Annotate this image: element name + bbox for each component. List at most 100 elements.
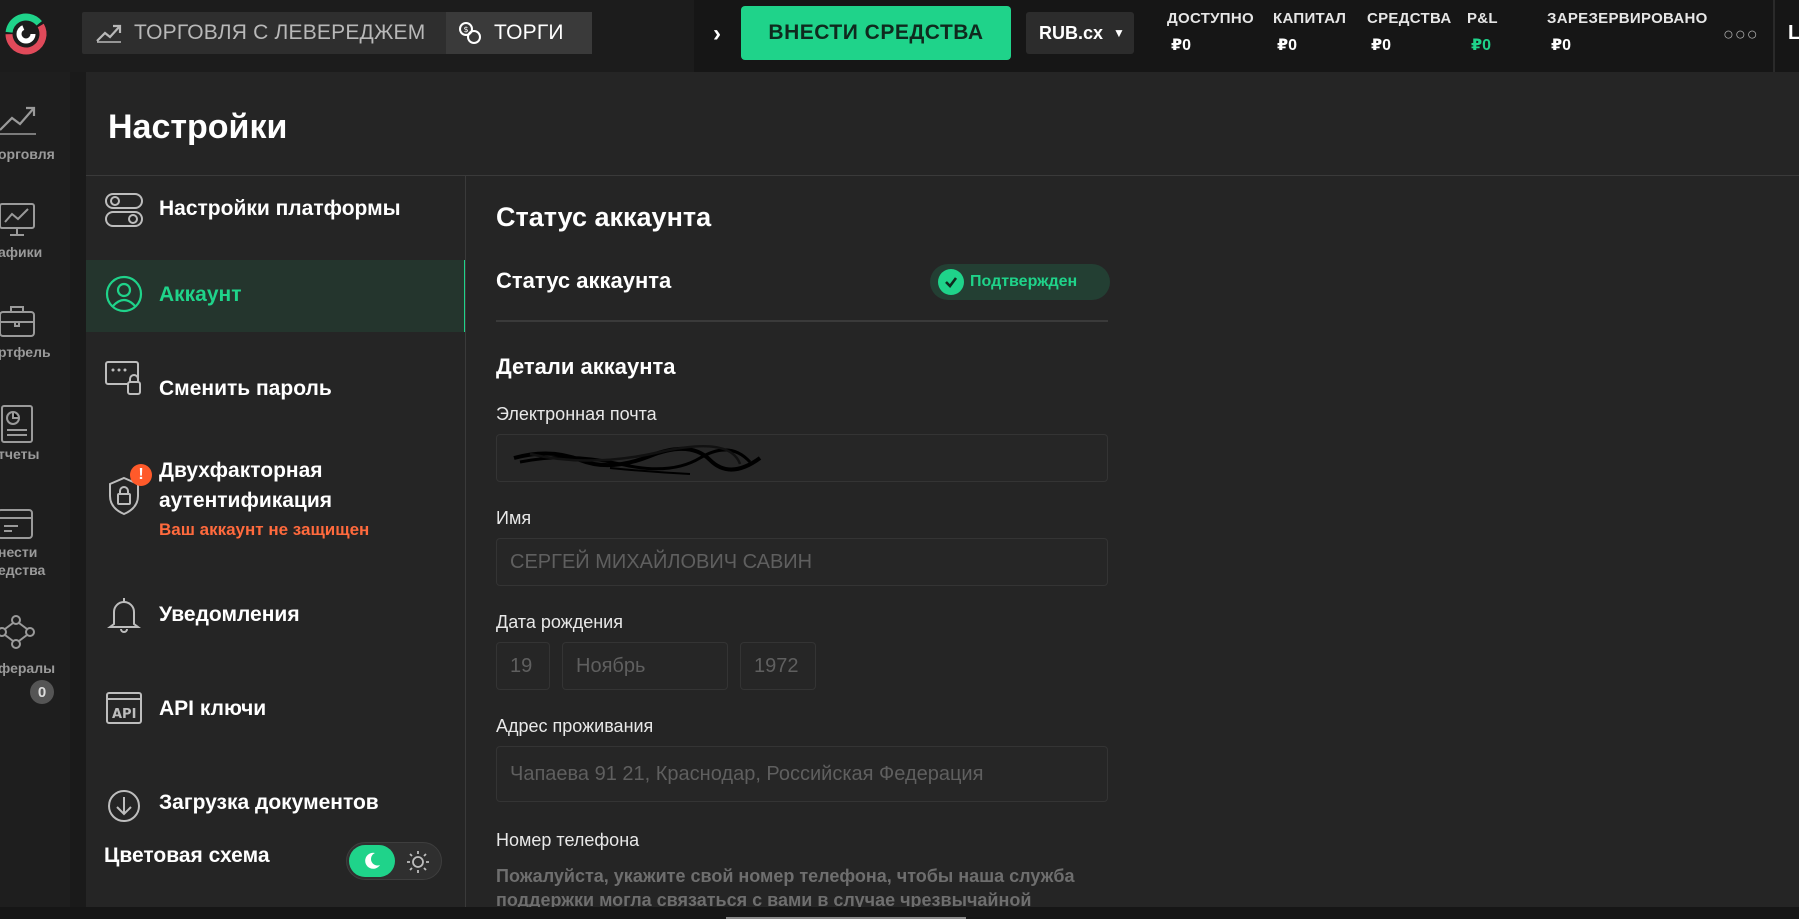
moon-icon xyxy=(365,852,380,869)
color-scheme-label: Цветовая схема xyxy=(104,844,270,867)
color-scheme-toggle xyxy=(346,842,442,880)
redaction-scribble xyxy=(513,444,762,475)
page-title: Настройки xyxy=(108,108,288,146)
stat-funds: СРЕДСТВА ₽0 xyxy=(1367,10,1451,55)
rail-label: орговля xyxy=(0,146,55,162)
chevron-down-icon: ▼ xyxy=(1113,26,1125,40)
address-label: Адрес проживания xyxy=(496,716,654,736)
coins-icon: $ xyxy=(459,22,481,44)
referral-network-icon xyxy=(0,615,35,649)
verified-badge: Подтвержден xyxy=(930,264,1110,300)
nav-item-2fa[interactable]: ! Двухфакторная аутентификация Ваш аккау… xyxy=(86,432,466,556)
mode-leverage-label: ТОРГОВЛЯ С ЛЕВЕРЕДЖЕМ xyxy=(134,21,426,44)
settings-panel: Настройки Настройки платформы Аккаунт См… xyxy=(86,72,1799,910)
rail-label: едства xyxy=(0,562,46,578)
brand-logo-icon[interactable] xyxy=(4,12,48,56)
divider xyxy=(465,176,466,907)
bottom-strip xyxy=(0,907,1799,919)
password-lock-icon xyxy=(105,361,141,395)
trend-up-icon xyxy=(0,106,36,135)
report-icon xyxy=(1,405,33,443)
dob-month-field[interactable]: Ноябрь xyxy=(562,642,728,690)
nav-item-account[interactable]: Аккаунт xyxy=(86,260,466,332)
mode-trade-label: ТОРГИ xyxy=(494,21,564,44)
warning-icon: ! xyxy=(130,464,152,486)
trading-mode-switch: ТОРГОВЛЯ С ЛЕВЕРЕДЖЕМ $ ТОРГИ xyxy=(82,12,592,54)
chart-monitor-icon xyxy=(0,203,35,236)
stat-value: ₽0 xyxy=(1277,37,1298,54)
stat-capital: КАПИТАЛ ₽0 xyxy=(1273,10,1346,55)
stat-value: ₽0 xyxy=(1171,37,1192,54)
top-edge-letter: L xyxy=(1788,22,1799,44)
stat-label: КАПИТАЛ xyxy=(1273,10,1347,27)
nav-item-label: Уведомления xyxy=(159,603,300,626)
security-warning-text: Ваш аккаунт не защищен xyxy=(159,520,370,539)
status-heading: Статус аккаунта xyxy=(496,202,712,232)
divider xyxy=(496,320,1108,322)
nav-item-platform[interactable]: Настройки платформы xyxy=(86,176,466,248)
divider xyxy=(1773,0,1775,72)
nav-item-notifications[interactable]: Уведомления xyxy=(86,576,466,648)
more-menu-icon[interactable]: ○○○ xyxy=(1723,24,1759,45)
nav-item-label: Сменить пароль xyxy=(159,377,332,400)
nav-item-label: API ключи xyxy=(159,697,267,720)
stat-label: P&L xyxy=(1467,10,1498,27)
stat-available: ДОСТУПНО ₽0 xyxy=(1167,10,1254,55)
details-heading: Детали аккаунта xyxy=(496,354,676,379)
deposit-button[interactable]: ВНЕСТИ СРЕДСТВА xyxy=(741,6,1011,60)
rail-label: афики xyxy=(0,244,43,260)
toggles-icon xyxy=(105,193,143,227)
nav-item-document-upload[interactable]: Загрузка документов xyxy=(86,780,466,836)
api-icon: API xyxy=(106,692,142,724)
nav-item-label: Настройки платформы xyxy=(159,197,401,220)
stat-value: ₽0 xyxy=(1551,37,1572,54)
sun-icon xyxy=(407,851,429,873)
dob-day-field[interactable]: 19 xyxy=(496,642,550,690)
phone-hint: Пожалуйста, укажите свой номер телефона,… xyxy=(496,866,1075,910)
dark-mode-option[interactable] xyxy=(349,845,395,877)
briefcase-icon xyxy=(0,306,35,337)
wallet-icon xyxy=(0,509,33,539)
email-field[interactable] xyxy=(496,434,1108,482)
stat-label: ЗАРЕЗЕРВИРОВАНО xyxy=(1547,10,1708,27)
status-row-label: Статус аккаунта xyxy=(496,268,672,293)
chevron-right-icon[interactable]: › xyxy=(706,20,728,48)
nav-item-label-line2: аутентификация xyxy=(159,489,333,512)
status-badge-text: Подтвержден xyxy=(970,273,1078,290)
light-mode-option[interactable] xyxy=(405,849,431,880)
rail-label: ртфель xyxy=(0,344,51,360)
address-field[interactable]: Чапаева 91 21, Краснодар, Российская Фед… xyxy=(496,746,1108,802)
nav-item-api-keys[interactable]: API API ключи xyxy=(86,676,466,748)
email-label: Электронная почта xyxy=(496,404,657,424)
nav-item-change-password[interactable]: Сменить пароль xyxy=(86,352,466,424)
rail-label: нести xyxy=(0,544,38,560)
left-rail: орговля афики ртфель тчеты нести едства … xyxy=(0,72,70,919)
referral-count-badge: 0 xyxy=(30,680,54,704)
currency-selector[interactable]: RUB.cx ▼ xyxy=(1026,12,1134,54)
user-circle-icon xyxy=(105,275,143,313)
currency-value: RUB.cx xyxy=(1039,22,1104,43)
stat-pnl: P&L ₽0 xyxy=(1467,10,1498,55)
bell-icon xyxy=(107,598,141,633)
rail-label: тчеты xyxy=(0,446,40,462)
stat-value: ₽0 xyxy=(1371,37,1392,54)
nav-item-label: Загрузка документов xyxy=(159,791,379,814)
stat-value: ₽0 xyxy=(1471,37,1492,54)
svg-text:API: API xyxy=(112,707,136,722)
trend-icon xyxy=(96,24,122,43)
check-icon xyxy=(938,269,964,295)
name-label: Имя xyxy=(496,508,532,528)
dob-label: Дата рождения xyxy=(496,612,623,632)
top-bar: ТОРГОВЛЯ С ЛЕВЕРЕДЖЕМ $ ТОРГИ › ВНЕСТИ С… xyxy=(0,0,1799,72)
download-icon xyxy=(108,790,140,822)
dob-year-field[interactable]: 1972 xyxy=(740,642,816,690)
app-window: ТОРГОВЛЯ С ЛЕВЕРЕДЖЕМ $ ТОРГИ › ВНЕСТИ С… xyxy=(0,0,1799,919)
stat-reserved: ЗАРЕЗЕРВИРОВАНО ₽0 xyxy=(1547,10,1708,55)
stat-label: СРЕДСТВА xyxy=(1367,10,1452,27)
stat-label: ДОСТУПНО xyxy=(1167,10,1254,27)
nav-item-label: Аккаунт xyxy=(159,283,242,306)
mode-trade-tab[interactable]: $ ТОРГИ xyxy=(446,12,592,54)
mode-leverage-tab[interactable]: ТОРГОВЛЯ С ЛЕВЕРЕДЖЕМ xyxy=(82,12,446,54)
rail-label: фералы xyxy=(0,660,56,676)
name-field[interactable]: СЕРГЕЙ МИХАЙЛОВИЧ САВИН xyxy=(496,538,1108,586)
